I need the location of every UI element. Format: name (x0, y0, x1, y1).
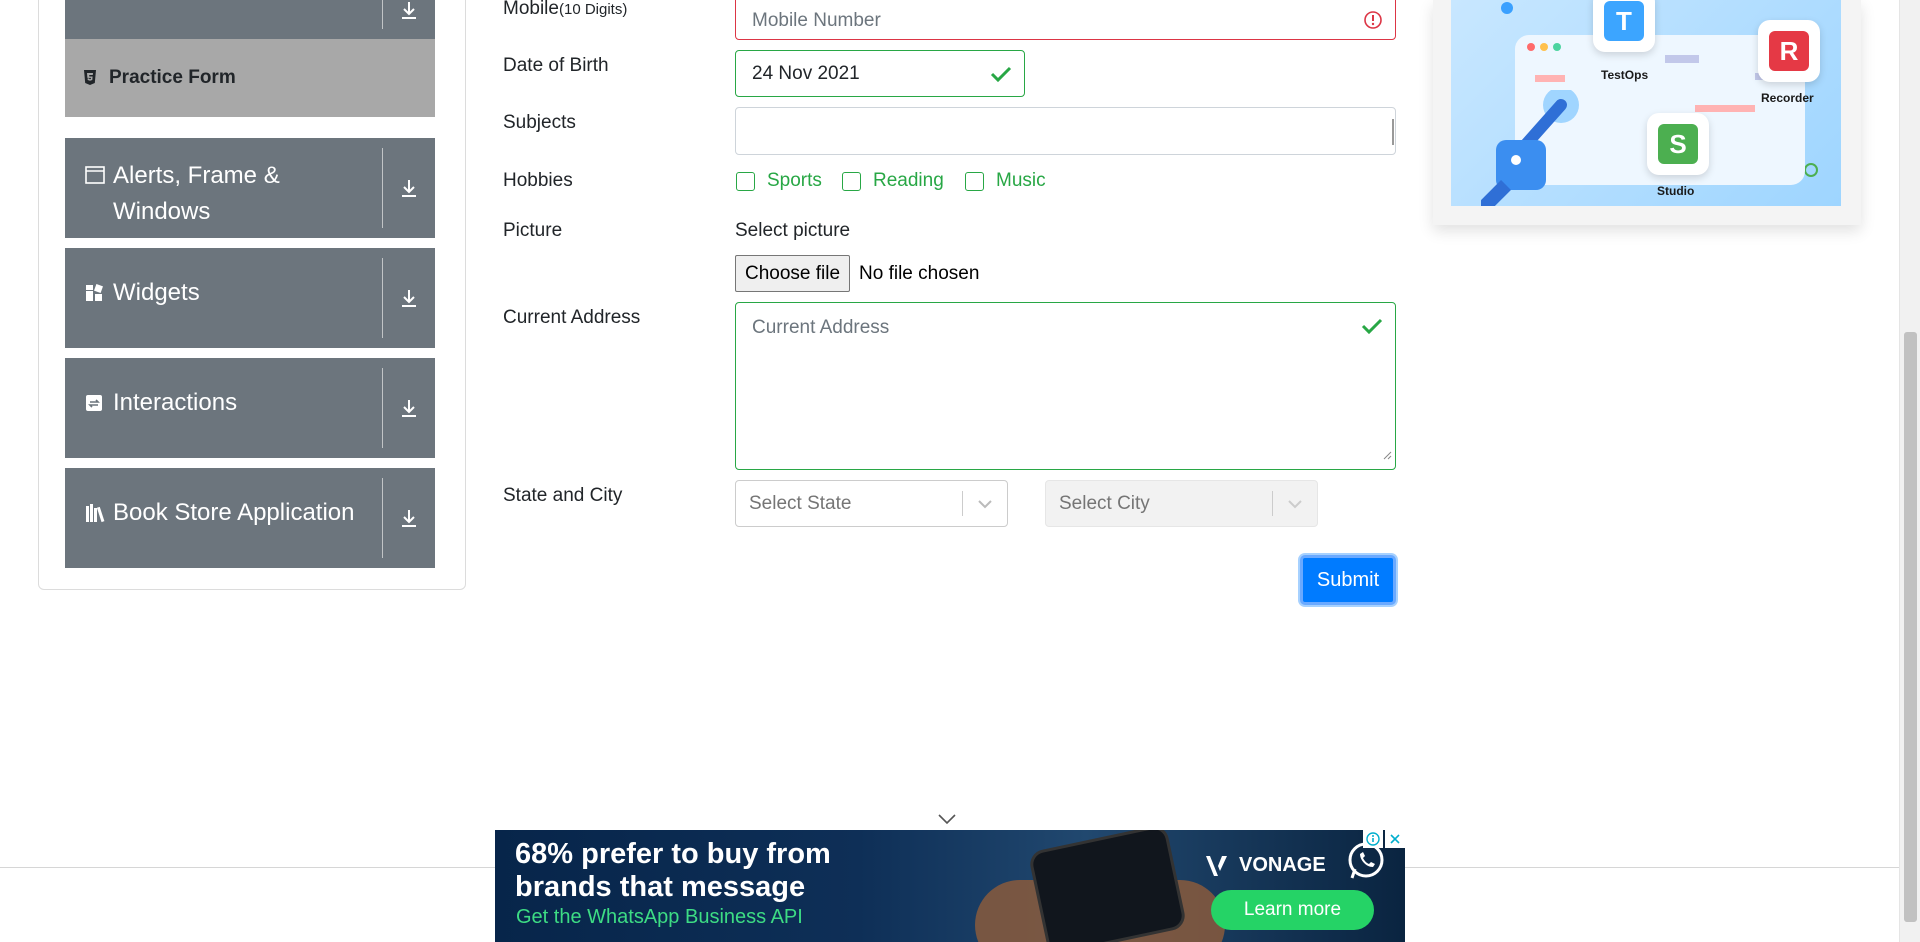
widgets-icon (85, 284, 113, 302)
picture-label: Picture (503, 220, 563, 241)
subjects-input[interactable] (735, 107, 1396, 155)
download-arrow-icon[interactable] (383, 358, 435, 458)
sidebar-group-label: Book Store Application (113, 499, 355, 526)
hobby-sports-checkbox[interactable]: Sports (736, 170, 822, 192)
dob-label: Date of Birth (503, 55, 609, 76)
sidebar-group-widgets[interactable]: Widgets (65, 248, 435, 348)
vonage-brand-text: VONAGE (1239, 854, 1326, 876)
ad-info-icon[interactable] (1363, 830, 1383, 848)
state-select[interactable]: Select State (735, 480, 1008, 527)
chevron-down-icon[interactable] (963, 481, 1007, 526)
sidebar-group-label: Alerts, Frame & Windows (113, 162, 280, 225)
window-icon (85, 166, 113, 184)
recorder-tile[interactable]: R (1758, 20, 1820, 82)
checkbox[interactable] (842, 171, 861, 191)
hobbies-label: Hobbies (503, 170, 573, 191)
promo-image[interactable]: T TestOps R Recorder S Studio (1451, 0, 1841, 206)
sidebar-group-elements[interactable] (65, 0, 435, 39)
testops-tile[interactable]: T (1593, 0, 1655, 52)
choose-file-button[interactable]: Choose file (735, 255, 851, 292)
hobby-reading-checkbox[interactable]: Reading (842, 170, 944, 192)
decor-dot (1501, 2, 1513, 14)
download-arrow-icon[interactable] (383, 248, 435, 348)
studio-tile[interactable]: S (1647, 113, 1709, 175)
recorder-logo-icon: R (1769, 31, 1809, 71)
interactions-icon (85, 394, 113, 412)
chevron-down-icon[interactable] (937, 812, 957, 830)
current-address-textarea[interactable]: Current Address (735, 302, 1396, 470)
dob-input[interactable]: 24 Nov 2021 (735, 50, 1025, 97)
check-icon (990, 65, 1012, 83)
state-city-label: State and City (503, 485, 623, 506)
hobby-label: Reading (873, 170, 944, 191)
promo-banner[interactable]: T TestOps R Recorder S Studio (1433, 0, 1861, 225)
studio-caption: Studio (1657, 184, 1695, 198)
sidebar-item-practice-form[interactable]: Practice Form (65, 39, 435, 117)
hobby-label: Music (996, 170, 1046, 191)
checkbox[interactable] (965, 171, 984, 191)
no-file-text: No file chosen (859, 263, 980, 284)
testops-logo-icon: T (1604, 1, 1644, 41)
resize-grip-icon[interactable] (1382, 444, 1392, 466)
mobile-placeholder: Mobile Number (752, 10, 881, 31)
hobby-label: Sports (767, 170, 822, 191)
checkbox[interactable] (736, 171, 755, 191)
testops-caption: TestOps (1601, 68, 1649, 82)
city-select[interactable]: Select City (1045, 480, 1318, 527)
vonage-logo: VONAGE (1205, 854, 1326, 877)
mobile-label-text: Mobile (503, 0, 559, 19)
chevron-down-icon[interactable] (1273, 481, 1317, 526)
hobby-music-checkbox[interactable]: Music (965, 170, 1046, 192)
ad-subline: Get the WhatsApp Business API (516, 906, 803, 928)
check-icon (1361, 317, 1383, 341)
robot-arm-icon (1481, 90, 1579, 206)
sidebar-group-alerts[interactable]: Alerts, Frame & Windows (65, 138, 435, 238)
download-arrow-icon[interactable] (383, 138, 435, 238)
error-icon (1363, 10, 1383, 30)
select-picture-label: Select picture (735, 220, 851, 241)
address-placeholder: Current Address (752, 317, 890, 338)
learn-more-button[interactable]: Learn more (1211, 890, 1374, 930)
dob-value: 24 Nov 2021 (752, 62, 860, 84)
sidebar-group-label: Widgets (113, 279, 200, 306)
html5-icon (83, 70, 109, 86)
text-cursor (1392, 119, 1394, 145)
submit-button[interactable]: Submit (1300, 555, 1396, 605)
city-placeholder: Select City (1059, 492, 1150, 514)
mobile-label: Mobile(10 Digits) (503, 0, 627, 20)
ad-banner[interactable]: 68% prefer to buy from brands that messa… (495, 830, 1405, 942)
sidebar-group-label: Interactions (113, 389, 238, 416)
page-scrollbar[interactable] (1899, 0, 1920, 942)
decor-ring (1804, 163, 1818, 177)
sidebar-group-book-store[interactable]: Book Store Application (65, 468, 435, 568)
current-address-label: Current Address (503, 307, 641, 328)
sidebar-group-interactions[interactable]: Interactions (65, 358, 435, 458)
download-arrow-icon[interactable] (383, 0, 435, 39)
scrollbar-thumb[interactable] (1904, 332, 1917, 922)
mobile-input[interactable]: Mobile Number (735, 0, 1396, 40)
subjects-label: Subjects (503, 112, 576, 133)
phone-image (1031, 830, 1184, 942)
books-icon (85, 503, 113, 523)
mobile-hint: (10 Digits) (558, 1, 628, 18)
ad-close-icon[interactable] (1385, 830, 1405, 848)
sidebar-item-label: Practice Form (109, 67, 236, 88)
state-placeholder: Select State (749, 492, 852, 514)
download-arrow-icon[interactable] (383, 468, 435, 568)
ad-headline: 68% prefer to buy from brands that messa… (515, 838, 831, 903)
vonage-mark-icon (1206, 855, 1227, 876)
recorder-caption: Recorder (1761, 91, 1814, 105)
studio-logo-icon: S (1658, 124, 1698, 164)
